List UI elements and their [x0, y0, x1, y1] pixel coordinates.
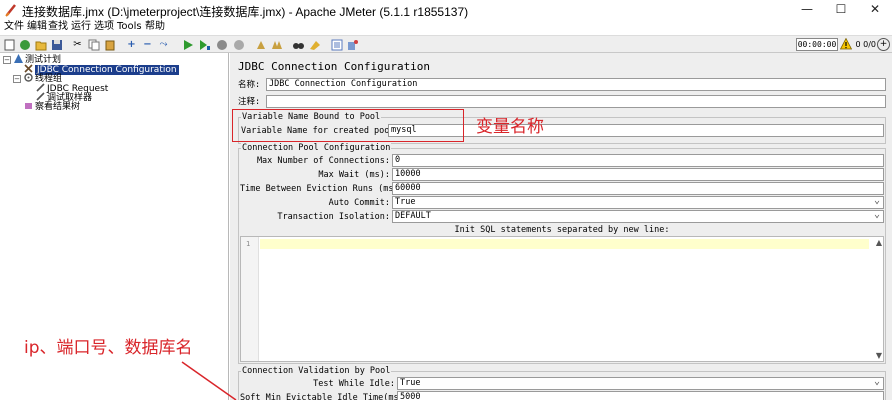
- database-info-annotation: ip、端口号、数据库名: [24, 338, 193, 358]
- auto-commit-label: Auto Commit:: [328, 198, 390, 208]
- auto-commit-select[interactable]: True: [392, 196, 884, 209]
- transaction-isolation-select[interactable]: DEFAULT: [392, 210, 884, 223]
- variable-name-annotation: 变量名称: [476, 117, 544, 137]
- toggle-icon[interactable]: ⤳: [157, 38, 170, 51]
- max-wait-field[interactable]: 10000: [392, 168, 884, 181]
- panel-title: JDBC Connection Configuration: [238, 60, 431, 73]
- transaction-isolation-label: Transaction Isolation:: [277, 212, 390, 222]
- sampler-icon: [36, 83, 45, 92]
- test-while-idle-label: Test While Idle:: [313, 379, 395, 389]
- help-icon[interactable]: [346, 38, 359, 51]
- menu-run[interactable]: 运行: [71, 20, 91, 34]
- menu-edit[interactable]: 编辑: [27, 20, 47, 34]
- elapsed-timer: 00:00:00: [796, 38, 838, 51]
- pool-group-title: Connection Pool Configuration: [241, 143, 392, 153]
- toolbar: ✂ + − ⤳ 00:00:00 0 0/0 +: [0, 35, 892, 53]
- menu-bar: 文件 编辑 查找 运行 选项 Tools 帮助: [0, 20, 892, 35]
- menu-search[interactable]: 查找: [48, 20, 68, 34]
- name-field[interactable]: JDBC Connection Configuration: [266, 78, 886, 91]
- search-icon[interactable]: [292, 38, 305, 51]
- save-icon[interactable]: [50, 38, 63, 51]
- config-element-icon: [24, 64, 33, 73]
- scroll-up-icon[interactable]: ▲: [876, 238, 882, 247]
- menu-tools[interactable]: Tools: [117, 20, 142, 34]
- remote-globe-icon[interactable]: +: [877, 38, 890, 51]
- menu-options[interactable]: 选项: [94, 20, 114, 34]
- collapse-toggle-icon[interactable]: −: [3, 56, 11, 64]
- eviction-runs-label: Time Between Eviction Runs (ms):: [240, 184, 404, 194]
- init-sql-editor[interactable]: 1 ▲ ▼: [240, 236, 884, 362]
- window-title: 连接数据库.jmx (D:\jmeterproject\连接数据库.jmx) -…: [22, 5, 469, 19]
- soft-min-evictable-label: Soft Min Evictable Idle Time(ms):: [240, 393, 409, 400]
- function-helper-icon[interactable]: [330, 38, 343, 51]
- sampler-icon: [36, 92, 45, 101]
- clear-all-icon[interactable]: [270, 38, 283, 51]
- jmeter-logo-icon: [5, 4, 16, 17]
- max-connections-field[interactable]: 0: [392, 154, 884, 167]
- eviction-runs-field[interactable]: 60000: [392, 182, 884, 195]
- current-line-highlight: [260, 239, 869, 249]
- start-icon[interactable]: [181, 38, 194, 51]
- start-no-pauses-icon[interactable]: [197, 38, 210, 51]
- collapse-toggle-icon[interactable]: −: [13, 75, 21, 83]
- variable-name-highlight-box: [232, 109, 464, 142]
- soft-min-evictable-field[interactable]: 5000: [397, 391, 884, 400]
- line-number-gutter: [241, 237, 259, 361]
- thread-group-icon: [24, 73, 33, 82]
- name-label: 名称:: [238, 80, 261, 90]
- close-button[interactable]: ✕: [852, 0, 892, 20]
- comment-label: 注释:: [238, 97, 261, 107]
- line-number: 1: [246, 240, 251, 248]
- init-sql-label: Init SQL statements separated by new lin…: [454, 225, 670, 235]
- stop-icon[interactable]: [215, 38, 228, 51]
- annotation-arrow: [181, 361, 237, 400]
- open-icon[interactable]: [34, 38, 47, 51]
- scroll-down-icon[interactable]: ▼: [876, 351, 882, 360]
- thread-counts: 0 0/0: [855, 40, 876, 49]
- config-panel: JDBC Connection Configuration 名称: JDBC C…: [230, 53, 892, 400]
- test-while-idle-select[interactable]: True: [397, 377, 884, 390]
- copy-icon[interactable]: [87, 38, 100, 51]
- comment-field[interactable]: [266, 95, 886, 108]
- reset-search-icon[interactable]: [308, 38, 321, 51]
- max-connections-label: Max Number of Connections:: [256, 156, 390, 166]
- menu-help[interactable]: 帮助: [145, 20, 165, 34]
- max-wait-label: Max Wait (ms):: [318, 170, 390, 180]
- title-bar: 连接数据库.jmx (D:\jmeterproject\连接数据库.jmx) -…: [0, 0, 892, 20]
- warning-icon[interactable]: [840, 38, 852, 50]
- paste-icon[interactable]: [103, 38, 116, 51]
- new-icon[interactable]: [3, 38, 16, 51]
- menu-file[interactable]: 文件: [4, 20, 24, 34]
- cut-icon[interactable]: ✂: [71, 38, 84, 51]
- test-plan-icon: [14, 54, 23, 63]
- listener-icon: [25, 103, 32, 109]
- clear-icon[interactable]: [254, 38, 267, 51]
- templates-icon[interactable]: [18, 38, 31, 51]
- collapse-icon[interactable]: −: [141, 38, 154, 51]
- shutdown-icon[interactable]: [232, 38, 245, 51]
- tree-item-view-results-tree[interactable]: 察看结果树: [24, 101, 80, 112]
- expand-icon[interactable]: +: [125, 38, 138, 51]
- validation-group-title: Connection Validation by Pool: [241, 366, 392, 376]
